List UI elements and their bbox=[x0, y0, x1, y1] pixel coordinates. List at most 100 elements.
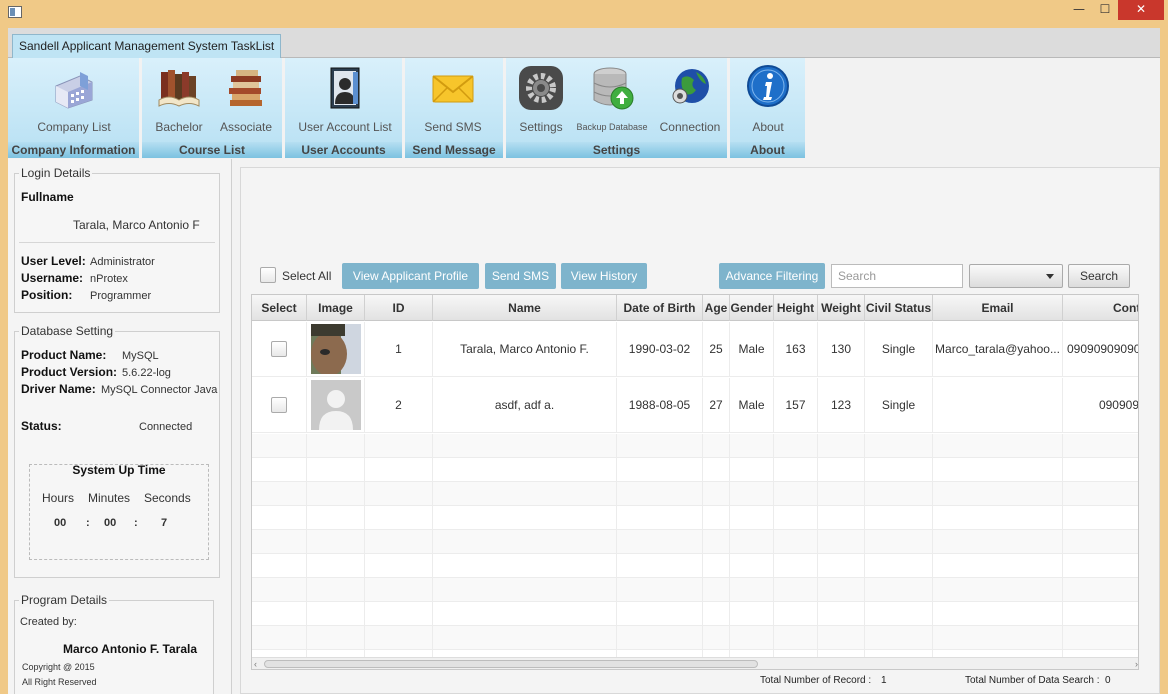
search-input[interactable]: Search bbox=[831, 264, 963, 288]
row-civil-status: Single bbox=[865, 322, 933, 376]
position-label: Position: bbox=[21, 288, 73, 302]
row-civil-status: Single bbox=[865, 378, 933, 432]
ribbon-group-company: Company List Company Information bbox=[8, 58, 140, 158]
driver-name-label: Driver Name: bbox=[21, 382, 96, 396]
table-row[interactable]: 1 Tarala, Marco Antonio F. 1990-03-02 25… bbox=[252, 322, 1138, 377]
books-icon bbox=[158, 70, 200, 107]
col-age[interactable]: Age bbox=[703, 295, 730, 321]
empty-table-row bbox=[252, 434, 1138, 458]
col-height[interactable]: Height bbox=[774, 295, 818, 321]
minimize-button[interactable]: — bbox=[1066, 0, 1092, 20]
scroll-right-icon[interactable]: › bbox=[1135, 658, 1138, 669]
col-civil-status[interactable]: Civil Status bbox=[865, 295, 933, 321]
product-version-label: Product Version: bbox=[21, 365, 118, 379]
book-stack-icon bbox=[229, 70, 262, 106]
empty-table-row bbox=[252, 458, 1138, 482]
empty-cell bbox=[252, 506, 307, 529]
advance-filtering-button[interactable]: Advance Filtering bbox=[719, 263, 825, 289]
row-height: 163 bbox=[774, 322, 818, 376]
maximize-button[interactable]: ☐ bbox=[1092, 0, 1118, 20]
about-button[interactable]: About bbox=[744, 64, 792, 134]
row-select-cell bbox=[252, 378, 307, 432]
empty-cell bbox=[252, 458, 307, 481]
app-icon bbox=[8, 6, 22, 18]
col-name[interactable]: Name bbox=[433, 295, 617, 321]
connection-button[interactable]: Connection bbox=[656, 64, 724, 134]
col-gender[interactable]: Gender bbox=[730, 295, 774, 321]
empty-cell bbox=[703, 602, 730, 625]
send-sms-button[interactable]: Send SMS bbox=[485, 263, 556, 289]
empty-cell bbox=[365, 482, 433, 505]
table-header: Select Image ID Name Date of Birth Age G… bbox=[252, 295, 1138, 321]
row-weight: 123 bbox=[818, 378, 865, 432]
connection-label: Connection bbox=[659, 120, 721, 134]
database-icon bbox=[593, 67, 634, 110]
user-level-value: Administrator bbox=[90, 256, 155, 268]
row-weight: 130 bbox=[818, 322, 865, 376]
empty-cell bbox=[703, 458, 730, 481]
building-icon bbox=[55, 72, 93, 109]
col-dob[interactable]: Date of Birth bbox=[617, 295, 703, 321]
settings-button[interactable]: Settings bbox=[514, 64, 568, 134]
col-contact[interactable]: Conta bbox=[1063, 295, 1138, 321]
col-id[interactable]: ID bbox=[365, 295, 433, 321]
col-image[interactable]: Image bbox=[307, 295, 365, 321]
group-label-settings: Settings bbox=[506, 142, 727, 158]
col-weight[interactable]: Weight bbox=[818, 295, 865, 321]
status-value: Connected bbox=[139, 421, 193, 433]
scroll-left-icon[interactable]: ‹ bbox=[254, 658, 257, 669]
scrollbar-thumb[interactable] bbox=[264, 660, 758, 668]
empty-cell bbox=[703, 626, 730, 649]
view-history-button[interactable]: View History bbox=[561, 263, 647, 289]
fullname-label: Fullname bbox=[21, 190, 74, 204]
empty-cell bbox=[365, 458, 433, 481]
table-row[interactable]: 2 asdf, adf a. 1988-08-05 27 Male 157 12… bbox=[252, 378, 1138, 433]
empty-cell bbox=[730, 602, 774, 625]
col-select[interactable]: Select bbox=[252, 295, 307, 321]
search-button[interactable]: Search bbox=[1068, 264, 1130, 288]
backup-database-button[interactable]: Backup Database bbox=[572, 64, 652, 132]
empty-cell bbox=[365, 554, 433, 577]
empty-cell bbox=[1063, 578, 1138, 601]
position-value: Programmer bbox=[90, 290, 152, 302]
applicant-table: Select Image ID Name Date of Birth Age G… bbox=[251, 294, 1139, 670]
empty-cell bbox=[730, 554, 774, 577]
row-checkbox[interactable] bbox=[271, 397, 287, 413]
row-checkbox[interactable] bbox=[271, 341, 287, 357]
empty-cell bbox=[433, 530, 617, 553]
user-account-list-button[interactable]: User Account List bbox=[297, 64, 393, 134]
view-applicant-profile-button[interactable]: View Applicant Profile bbox=[342, 263, 479, 289]
product-name-value: MySQL bbox=[122, 350, 159, 362]
row-contact: 090909 bbox=[1063, 378, 1138, 432]
empty-cell bbox=[433, 458, 617, 481]
left-panel: Login Details Fullname Tarala, Marco Ant… bbox=[8, 159, 232, 694]
horizontal-scrollbar[interactable]: ‹ › bbox=[252, 657, 1138, 669]
tab-tasklist[interactable]: Sandell Applicant Management System Task… bbox=[12, 34, 282, 58]
total-record-label: Total Number of Record : bbox=[760, 675, 872, 686]
empty-cell bbox=[703, 434, 730, 457]
empty-cell bbox=[365, 626, 433, 649]
company-list-button[interactable]: Company List bbox=[28, 64, 120, 134]
col-email[interactable]: Email bbox=[933, 295, 1063, 321]
product-version-value: 5.6.22-log bbox=[122, 367, 171, 379]
empty-cell bbox=[1063, 506, 1138, 529]
empty-cell bbox=[865, 506, 933, 529]
empty-cell bbox=[433, 554, 617, 577]
empty-cell bbox=[730, 482, 774, 505]
table-toolbar: Select All View Applicant Profile Send S… bbox=[241, 258, 1161, 292]
send-sms-ribbon-button[interactable]: Send SMS bbox=[421, 64, 485, 134]
empty-cell bbox=[703, 506, 730, 529]
bachelor-button[interactable]: Bachelor bbox=[152, 64, 206, 134]
database-setting-panel: Database Setting Product Name: MySQL Pro… bbox=[14, 324, 220, 578]
empty-cell bbox=[865, 530, 933, 553]
close-button[interactable]: ✕ bbox=[1118, 0, 1164, 20]
select-all-label: Select All bbox=[282, 269, 332, 283]
filter-dropdown[interactable] bbox=[969, 264, 1063, 288]
group-label-company: Company Information bbox=[8, 142, 139, 158]
empty-cell bbox=[865, 434, 933, 457]
empty-cell bbox=[365, 506, 433, 529]
gear-icon bbox=[519, 66, 563, 110]
associate-button[interactable]: Associate bbox=[214, 64, 278, 134]
select-all-checkbox[interactable] bbox=[260, 267, 276, 283]
empty-table-row bbox=[252, 578, 1138, 602]
